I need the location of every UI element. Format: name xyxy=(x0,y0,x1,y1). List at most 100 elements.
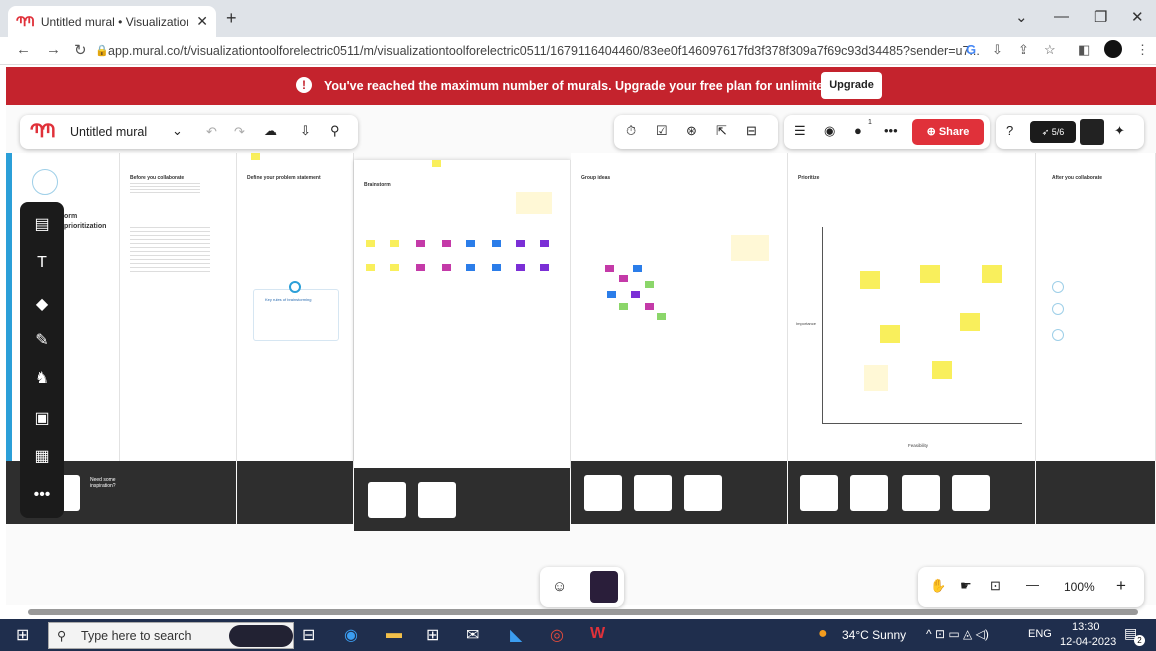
search-highlight-image xyxy=(229,625,293,647)
template-thumbnail[interactable] xyxy=(850,475,888,511)
close-tab-icon[interactable]: ✕ xyxy=(196,13,208,30)
taskbar-search[interactable]: ⚲ Type here to search xyxy=(48,622,294,649)
banner-message: You've reached the maximum number of mur… xyxy=(324,79,879,93)
restore-icon[interactable]: ❐ xyxy=(1094,8,1107,26)
panel-title: After you collaborate xyxy=(1052,175,1103,181)
search-icon[interactable]: ⚲ xyxy=(330,123,340,139)
cloud-save-icon[interactable]: ☁ xyxy=(264,123,277,139)
share-page-icon[interactable]: ⇪ xyxy=(1018,42,1029,58)
private-mode-icon[interactable]: ⊛ xyxy=(686,123,697,139)
undo-icon[interactable]: ↶ xyxy=(206,124,217,140)
windows-start-icon[interactable]: ⊞ xyxy=(16,625,29,645)
image-icon[interactable]: ▣ xyxy=(20,408,64,428)
template-thumbnail[interactable] xyxy=(418,482,456,518)
wps-icon[interactable]: W xyxy=(590,625,605,643)
hand-icon[interactable]: ✋ xyxy=(930,578,946,594)
app-icon[interactable]: ◣ xyxy=(510,625,522,645)
templates-icon[interactable]: ▦ xyxy=(20,446,64,466)
install-icon[interactable]: ⇩ xyxy=(992,42,1003,58)
search-icon: ⚲ xyxy=(57,629,67,643)
upgrade-button[interactable]: Upgrade xyxy=(821,72,882,99)
template-thumbnail[interactable] xyxy=(368,482,406,518)
sparkle-icon[interactable]: ✦ xyxy=(1114,123,1125,139)
gif-icon[interactable]: ♞ xyxy=(20,368,64,388)
clock-time[interactable]: 13:30 xyxy=(1072,621,1100,633)
export-icon[interactable]: ⇩ xyxy=(300,123,311,139)
google-translate-icon[interactable]: G xyxy=(966,42,976,57)
zoom-in-icon[interactable]: + xyxy=(1116,576,1126,596)
close-window-icon[interactable]: ✕ xyxy=(1131,8,1144,26)
members-icon[interactable]: ● xyxy=(854,123,862,138)
template-thumbnail[interactable] xyxy=(902,475,940,511)
left-tool-panel: ▤ T ◆ ✎ ♞ ▣ ▦ ••• xyxy=(20,202,64,518)
user-avatar[interactable] xyxy=(590,571,618,603)
file-explorer-icon[interactable]: ▬ xyxy=(386,625,402,643)
template-thumbnail[interactable] xyxy=(584,475,622,511)
mural-logo-icon[interactable]: ՊՊ xyxy=(30,121,56,142)
back-icon[interactable]: ← xyxy=(16,41,31,58)
draw-icon[interactable]: ✎ xyxy=(20,330,64,350)
template-thumbnail[interactable] xyxy=(800,475,838,511)
presence-button[interactable]: ➶ 5/6 xyxy=(1030,121,1076,143)
search-placeholder: Type here to search xyxy=(81,629,192,643)
profile-avatar[interactable] xyxy=(1104,40,1122,58)
edge-icon[interactable]: ◉ xyxy=(344,625,358,645)
mural-canvas[interactable]: orm prioritization Before you collaborat… xyxy=(6,105,1156,605)
address-bar: ← → ↻ 🔒 app.mural.co/t/visualizationtool… xyxy=(0,37,1156,65)
clock-date[interactable]: 12-04-2023 xyxy=(1060,636,1116,648)
forward-icon[interactable]: → xyxy=(46,41,61,58)
emoji-icon[interactable]: ☺ xyxy=(552,578,567,595)
chrome-icon[interactable]: ◎ xyxy=(550,625,564,645)
side-panel-icon[interactable]: ◧ xyxy=(1078,42,1090,58)
browser-menu-icon[interactable]: ⋮ xyxy=(1136,42,1149,58)
pointer-icon[interactable]: ☛ xyxy=(960,578,972,594)
mural-title[interactable]: Untitled mural xyxy=(70,125,147,139)
text-icon[interactable]: T xyxy=(20,254,64,272)
more-icon[interactable]: ••• xyxy=(884,123,898,138)
template-thumbnail[interactable] xyxy=(634,475,672,511)
redo-icon[interactable]: ↷ xyxy=(234,124,245,140)
template-thumbnail[interactable] xyxy=(952,475,990,511)
system-tray-icons[interactable]: ^ ⊡ ▭ ◬ ◁) xyxy=(926,627,989,641)
rules-card-title: Key rules of brainstorming xyxy=(265,297,312,302)
zoom-level[interactable]: 100% xyxy=(1064,580,1095,594)
tab-search-icon[interactable]: ⌄ xyxy=(1015,8,1028,26)
share-button[interactable]: ⊕ Share xyxy=(912,119,984,145)
bookmark-star-icon[interactable]: ☆ xyxy=(1044,42,1056,58)
sticky-note-icon[interactable]: ▤ xyxy=(20,214,64,234)
minimize-icon[interactable]: — xyxy=(1054,8,1069,25)
new-tab-icon[interactable]: + xyxy=(226,8,237,29)
summon-icon[interactable]: ⇱ xyxy=(716,123,727,139)
share-label: Share xyxy=(938,126,970,138)
add-user-icon: ⊕ xyxy=(926,126,939,138)
template-thumbnail[interactable] xyxy=(684,475,722,511)
browser-tab[interactable]: ՊՊ Untitled mural • Visualization too ✕ xyxy=(8,6,216,37)
chevron-down-icon[interactable]: ⌄ xyxy=(172,123,183,139)
comments-icon[interactable]: ◉ xyxy=(824,123,835,139)
help-icon[interactable]: ? xyxy=(1006,123,1013,138)
voting-icon[interactable]: ☑ xyxy=(656,123,668,139)
timer-icon[interactable]: ⏱ xyxy=(626,123,636,139)
alert-icon: ! xyxy=(296,77,312,93)
lock-icon: 🔒 xyxy=(95,45,109,57)
tab-title: Untitled mural • Visualization too xyxy=(40,14,189,29)
minimap-icon[interactable]: ⊡ xyxy=(990,578,1001,594)
panel-brainstorm[interactable]: Brainstorm xyxy=(354,160,571,531)
outline-icon[interactable]: ☰ xyxy=(794,123,806,139)
language-indicator[interactable]: ENG xyxy=(1028,628,1052,640)
zoom-out-icon[interactable]: — xyxy=(1026,577,1039,592)
user-avatar[interactable] xyxy=(1080,119,1104,145)
task-view-icon[interactable]: ⊟ xyxy=(302,625,315,645)
reload-icon[interactable]: ↻ xyxy=(74,41,87,59)
shapes-icon[interactable]: ◆ xyxy=(20,294,64,314)
facilitation-toolbar: ⏱ ☑ ⊛ ⇱ ⊟ xyxy=(614,115,778,149)
zoom-toolbar: ✋ ☛ ⊡ — 100% + xyxy=(918,567,1144,607)
horizontal-scrollbar[interactable] xyxy=(28,609,1138,615)
mail-icon[interactable]: ✉ xyxy=(466,625,479,645)
panel-title: Define your problem statement xyxy=(247,175,321,181)
more-tools-icon[interactable]: ••• xyxy=(20,486,64,504)
store-icon[interactable]: ⊞ xyxy=(426,625,439,645)
members-count: 1 xyxy=(868,119,872,126)
url-field[interactable]: app.mural.co/t/visualizationtoolforelect… xyxy=(108,44,980,58)
toolbox-icon[interactable]: ⊟ xyxy=(746,123,757,139)
